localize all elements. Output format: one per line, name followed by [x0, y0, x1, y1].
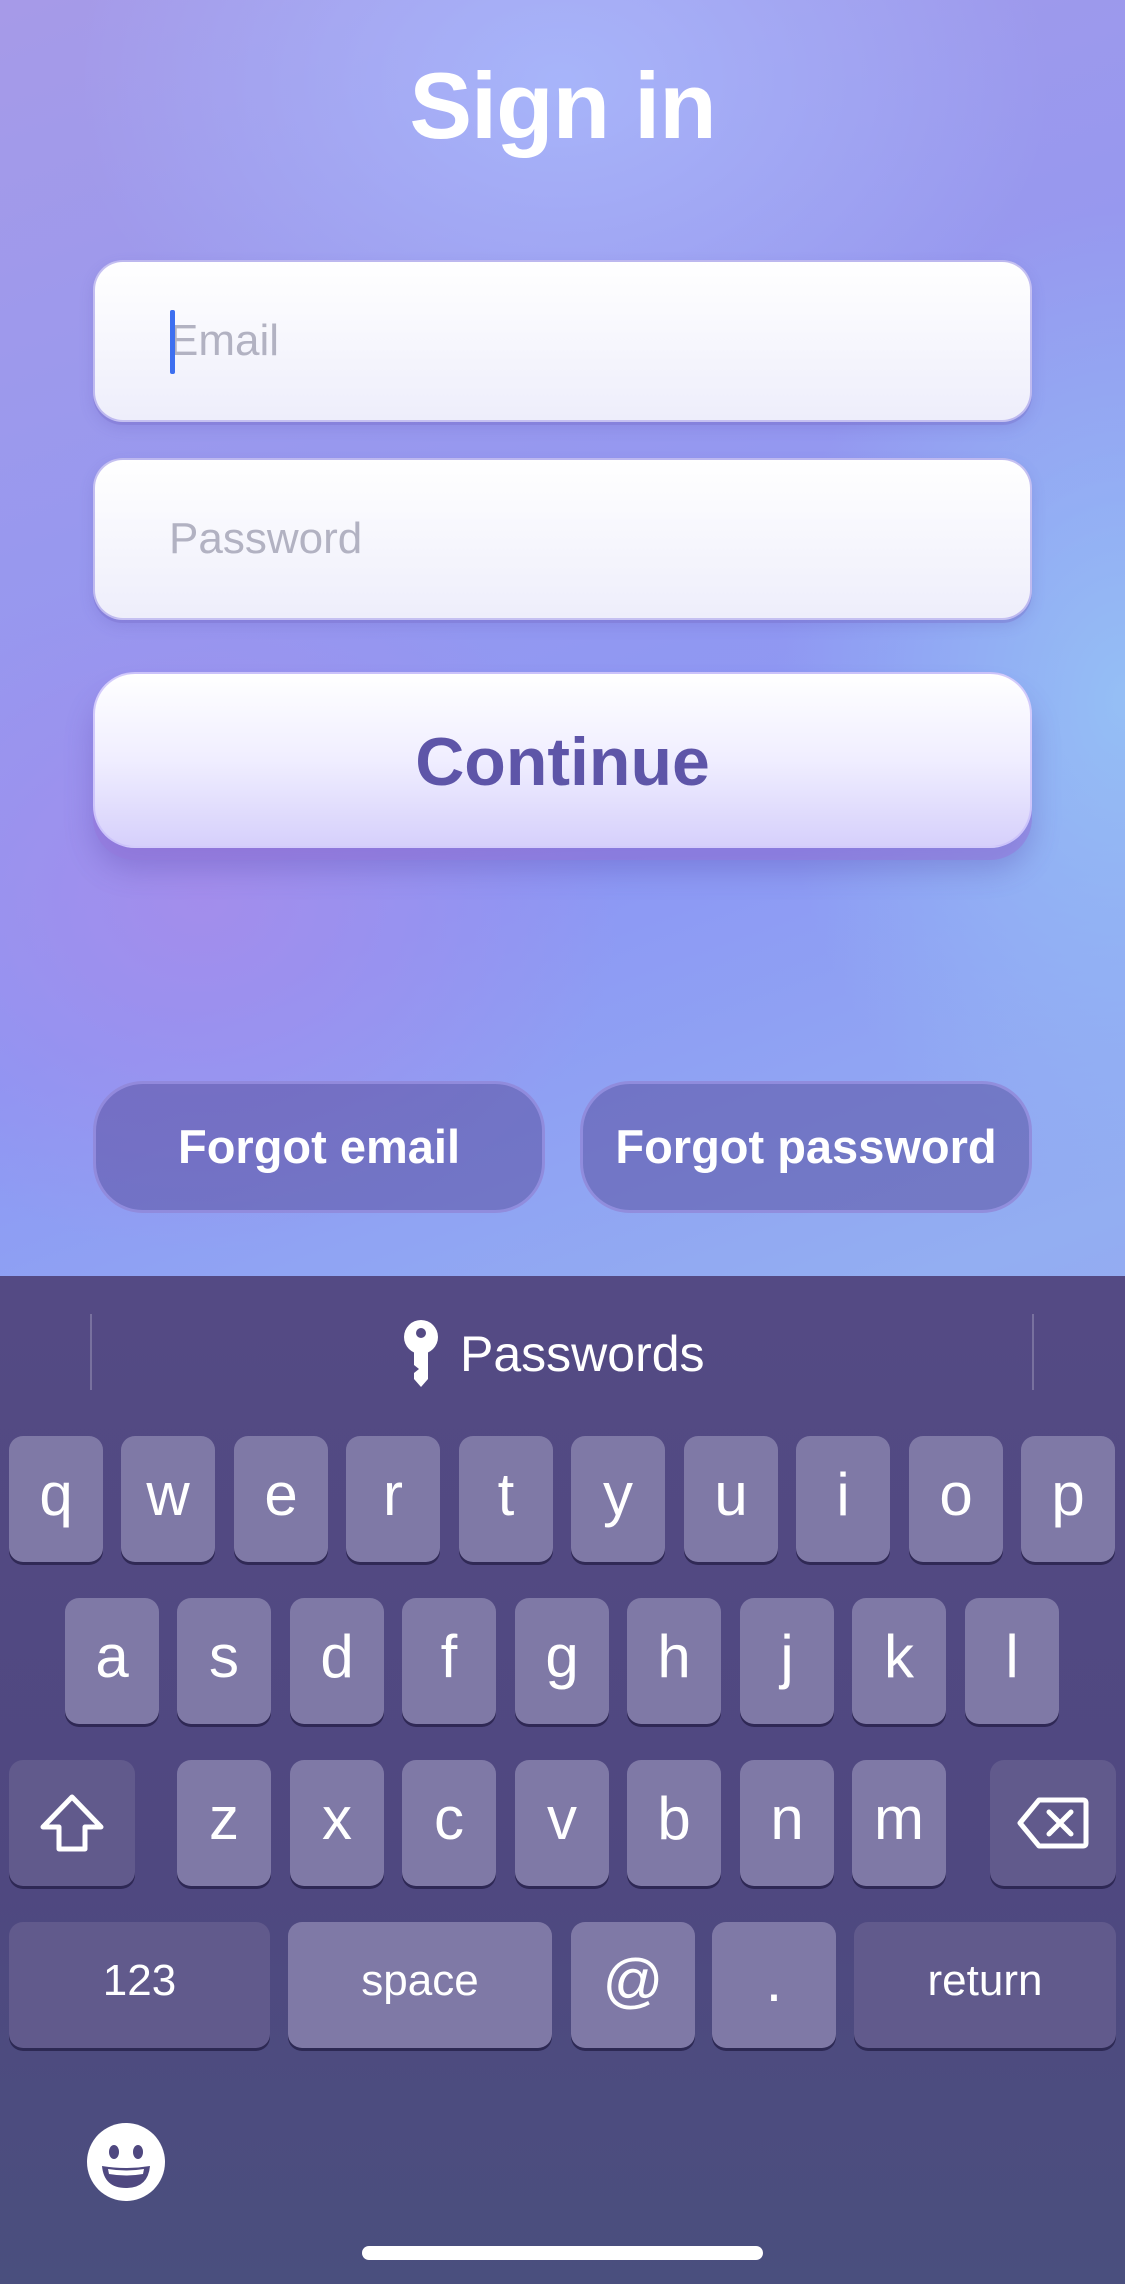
key-j[interactable]: j [740, 1598, 834, 1724]
key-u[interactable]: u [684, 1436, 778, 1562]
passwords-suggestion[interactable]: Passwords [400, 1316, 705, 1392]
key-y[interactable]: y [571, 1436, 665, 1562]
email-input[interactable] [169, 262, 989, 420]
space-key[interactable]: space [288, 1922, 552, 2048]
page-title: Sign in [409, 53, 716, 158]
sign-in-screen: Sign in Continue Forgot email Forgot pas… [0, 0, 1125, 2284]
key-s[interactable]: s [177, 1598, 271, 1724]
delete-icon [1017, 1797, 1089, 1849]
shift-icon [40, 1794, 104, 1852]
shift-key[interactable] [9, 1760, 135, 1886]
key-k[interactable]: k [852, 1598, 946, 1724]
password-input[interactable] [169, 460, 989, 618]
suggestion-divider [1032, 1314, 1034, 1390]
key-p[interactable]: p [1021, 1436, 1115, 1562]
key-a[interactable]: a [65, 1598, 159, 1724]
key-v[interactable]: v [515, 1760, 609, 1886]
keyboard: Passwords q w e r t y u i o p a s d f g … [0, 1276, 1125, 2284]
at-key[interactable]: @ [571, 1922, 695, 2048]
key-b[interactable]: b [627, 1760, 721, 1886]
key-o[interactable]: o [909, 1436, 1003, 1562]
numbers-key[interactable]: 123 [9, 1922, 270, 2048]
home-indicator[interactable] [362, 2246, 763, 2260]
suggestion-divider [90, 1314, 92, 1390]
email-field[interactable] [93, 260, 1032, 422]
key-l[interactable]: l [965, 1598, 1059, 1724]
emoji-button[interactable] [86, 2122, 166, 2202]
passwords-label: Passwords [460, 1326, 705, 1382]
emoji-icon [87, 2123, 165, 2201]
key-x[interactable]: x [290, 1760, 384, 1886]
key-icon [404, 1320, 438, 1387]
key-w[interactable]: w [121, 1436, 215, 1562]
return-key[interactable]: return [854, 1922, 1116, 2048]
key-d[interactable]: d [290, 1598, 384, 1724]
key-g[interactable]: g [515, 1598, 609, 1724]
text-caret [170, 310, 175, 374]
delete-key[interactable] [990, 1760, 1116, 1886]
key-i[interactable]: i [796, 1436, 890, 1562]
suggestion-bar: Passwords [0, 1276, 1125, 1432]
key-z[interactable]: z [177, 1760, 271, 1886]
continue-button[interactable]: Continue [93, 672, 1032, 848]
key-r[interactable]: r [346, 1436, 440, 1562]
password-field[interactable] [93, 458, 1032, 620]
key-m[interactable]: m [852, 1760, 946, 1886]
forgot-email-button[interactable]: Forgot email [93, 1081, 545, 1213]
key-e[interactable]: e [234, 1436, 328, 1562]
key-t[interactable]: t [459, 1436, 553, 1562]
key-c[interactable]: c [402, 1760, 496, 1886]
period-key[interactable]: . [712, 1922, 836, 2048]
key-h[interactable]: h [627, 1598, 721, 1724]
key-n[interactable]: n [740, 1760, 834, 1886]
forgot-password-button[interactable]: Forgot password [580, 1081, 1032, 1213]
key-q[interactable]: q [9, 1436, 103, 1562]
key-f[interactable]: f [402, 1598, 496, 1724]
